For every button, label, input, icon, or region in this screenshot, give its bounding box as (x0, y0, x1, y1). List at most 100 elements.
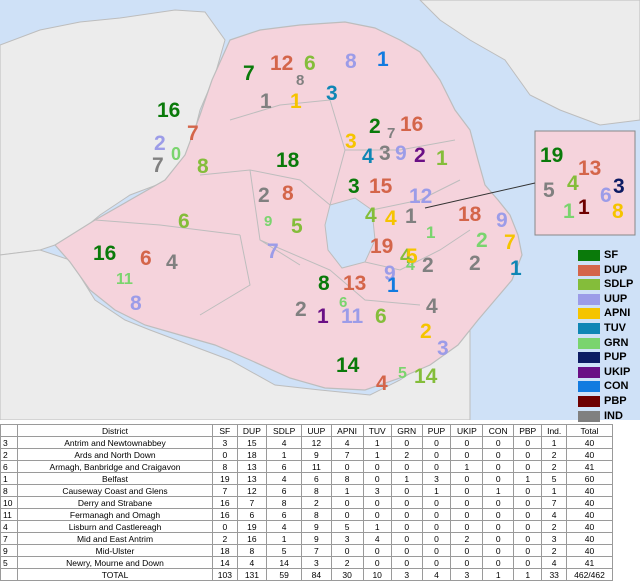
value-cell: 0 (421, 544, 452, 557)
seat-label-sdlp: 14 (414, 365, 438, 388)
legend-label: APNI (604, 307, 631, 320)
table-row: TOTAL 103 131 59 84 30 10 3 4 3 1 1 33 462/462 (0, 568, 613, 581)
table-row: 6 Armagh, Banbridge and Craigavon 8 13 6 11 0 0… (0, 460, 613, 473)
value-cell: 4 (541, 556, 567, 569)
value-cell: 0 (513, 496, 543, 509)
value-cell: 2 (541, 520, 567, 533)
seat-label-ukip: 2 (414, 144, 426, 167)
value-cell: 0 (450, 436, 484, 449)
legend-label: CON (604, 380, 629, 393)
value-cell: 1 (362, 448, 392, 461)
legend-item-apni: APNI (578, 306, 640, 321)
legend-item-pbp: PBP (578, 394, 640, 409)
seat-label-apni: 3 (345, 130, 357, 153)
value-cell: 0 (450, 520, 484, 533)
value-cell: 9 (0, 544, 18, 557)
value-cell: 9 (301, 532, 332, 545)
value-cell: 0 (450, 472, 484, 485)
value-cell: 4 (266, 436, 303, 449)
seat-label-sf: 2 (369, 115, 381, 138)
value-cell: 4 (362, 532, 392, 545)
legend-swatch (578, 279, 600, 291)
value-cell: 0 (421, 460, 452, 473)
seat-label-dup: 19 (370, 235, 393, 258)
legend-label: PUP (604, 351, 627, 364)
value-cell: 11 (0, 508, 18, 521)
value-cell: 59 (266, 568, 303, 581)
seat-label-pbp: 1 (578, 196, 590, 219)
seat-label-dup: 6 (140, 247, 152, 270)
value-cell: 40 (566, 520, 613, 533)
value-cell: 40 (566, 484, 613, 497)
value-cell: 2 (450, 532, 484, 545)
value-cell: 2 (0, 448, 18, 461)
table-header-row: District SF DUP SDLP UUP APNI TUV GRN PUP UKIP CON… (0, 424, 613, 437)
seat-label-uup: 3 (437, 337, 449, 360)
seat-label-ind: 7 (152, 154, 164, 177)
value-cell: 40 (566, 436, 613, 449)
value-cell: 7 (236, 496, 268, 509)
seat-label-grn: 0 (171, 144, 181, 164)
value-cell: 40 (566, 532, 613, 545)
value-cell: 0 (330, 508, 364, 521)
value-cell: 1 (513, 472, 543, 485)
district-cell: Mid and East Antrim (17, 532, 213, 545)
legend-item-dup: DUP (578, 263, 640, 278)
value-cell: 0 (390, 556, 423, 569)
district-cell: Antrim and Newtownabbey (17, 436, 213, 449)
value-cell: 0 (482, 556, 515, 569)
value-cell: 0 (482, 436, 515, 449)
seat-label-ind: 1 (405, 205, 417, 228)
value-cell: 1 (421, 484, 452, 497)
legend-label: IND (604, 409, 623, 422)
legend-item-tuv: TUV (578, 321, 640, 336)
table-row: 7 Mid and East Antrim 2 16 1 9 3 4 0 0 2 0 0 3 40 (0, 532, 613, 545)
seat-label-pup: 3 (613, 175, 625, 198)
seat-label-dup: 7 (187, 122, 199, 145)
seat-label-tuv: 4 (362, 145, 374, 168)
seat-label-ind: 2 (295, 298, 307, 321)
seat-label-ind: 2 (469, 252, 481, 275)
value-cell: 8 (330, 472, 364, 485)
seat-label-sf: 8 (318, 272, 330, 295)
seat-label-apni: 1 (290, 90, 302, 113)
legend-label: SDLP (604, 278, 634, 291)
seat-label-uup: 8 (130, 292, 142, 315)
value-cell: 41 (566, 460, 613, 473)
results-table: District SF DUP SDLP UUP APNI TUV GRN PUP UKIP CON… (0, 424, 613, 581)
legend-item-ind: IND (578, 409, 640, 424)
ni-council-map: 16727 087 1286 8 11 1 3182 89 57616 6114832 7 164 3 9… (0, 0, 640, 420)
district-cell: TOTAL (17, 568, 213, 581)
column-header: SF (212, 424, 238, 437)
value-cell: 4 (421, 568, 452, 581)
value-cell: 41 (566, 556, 613, 569)
value-cell: 2 (212, 532, 238, 545)
value-cell: 0 (330, 544, 364, 557)
seat-label-apni: 7 (504, 231, 516, 254)
seat-label-sf: 3 (348, 175, 360, 198)
value-cell: 4 (266, 520, 303, 533)
value-cell: 0 (362, 496, 392, 509)
column-header: PBP (513, 424, 543, 437)
seat-label-sf: 16 (157, 99, 180, 122)
value-cell: 0 (482, 520, 515, 533)
legend-swatch (578, 264, 600, 276)
district-cell: Armagh, Banbridge and Craigavon (17, 460, 213, 473)
value-cell: 0 (450, 496, 484, 509)
value-cell: 131 (236, 568, 268, 581)
value-cell: 0 (212, 448, 238, 461)
value-cell: 7 (541, 496, 567, 509)
value-cell: 1 (482, 484, 515, 497)
seat-label-ind: 3 (379, 142, 391, 165)
value-cell: 40 (566, 496, 613, 509)
value-cell: 9 (301, 520, 332, 533)
value-cell: 6 (236, 508, 268, 521)
value-cell: 60 (566, 472, 613, 485)
value-cell: 11 (301, 460, 332, 473)
seat-label-dup: 13 (578, 157, 601, 180)
value-cell: 0 (513, 556, 543, 569)
seat-label-dup: 18 (458, 203, 482, 226)
seat-label-sf: 16 (93, 242, 116, 265)
seat-label-apni: 8 (612, 200, 624, 223)
value-cell: 0 (482, 532, 515, 545)
